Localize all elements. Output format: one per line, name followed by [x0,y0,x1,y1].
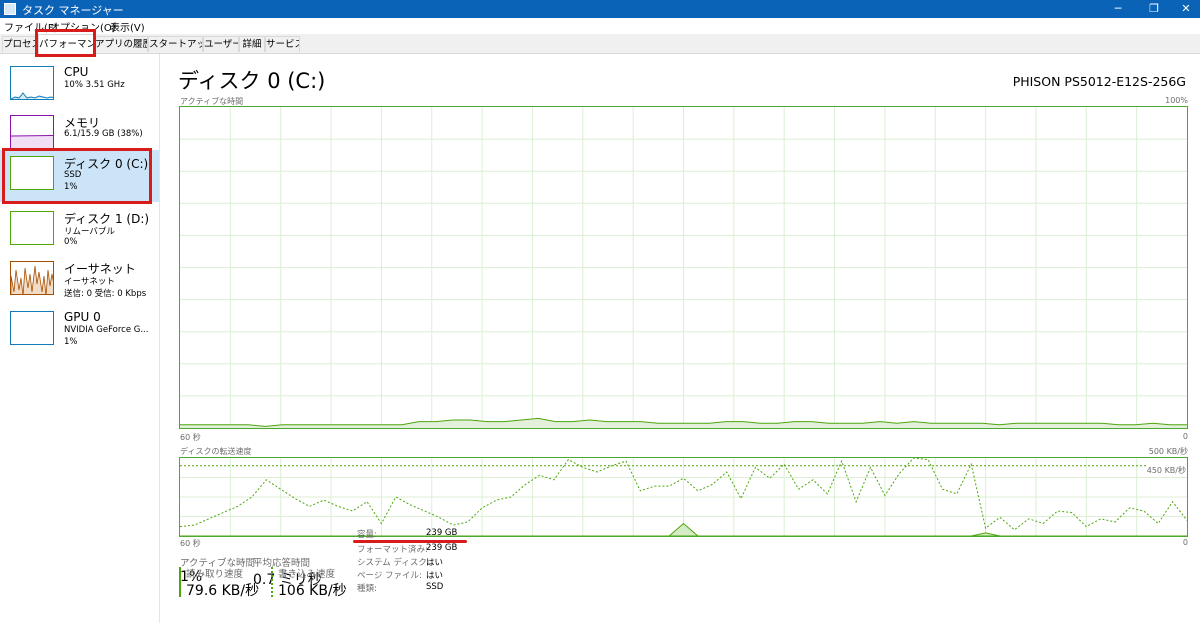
sidebar-item-detail: イーサネット [64,277,115,287]
sidebar-item-detail: NVIDIA GeForce G... [64,325,149,335]
info-page-file-label: ページ ファイル: [357,571,422,581]
transfer-rate-max-label: 500 KB/秒 [1148,447,1188,456]
stat-read-speed-value: 79.6 KB/秒 [186,583,260,599]
window-title: タスク マネージャー [22,4,124,17]
gpu-thumbnail-graph [10,311,54,345]
tab-app-history[interactable]: アプリの履歴 [94,36,148,52]
info-capacity-value: 239 GB [426,528,458,538]
title-bar: タスク マネージャー ─ ❐ ✕ [0,0,1200,18]
stat-read-speed-label: 読み取り速度 [186,569,244,580]
sidebar-item-cpu[interactable]: CPU 10% 3.51 GHz [0,62,159,110]
transfer-rate-zero-label: 0 [1182,538,1188,547]
sidebar-item-detail: 6.1/15.9 GB (38%) [64,129,143,139]
active-time-chart [180,107,1187,428]
sidebar-item-ethernet[interactable]: イーサネット イーサネット 送信: 0 受信: 0 Kbps [0,257,159,305]
grid-lines [180,107,1187,428]
transfer-rate-ref-label: 450 KB/秒 [1146,465,1186,476]
sidebar-item-label: CPU [64,65,89,79]
info-system-disk-value: はい [426,558,444,568]
read-speed-marker [179,567,181,597]
tab-bar: プロセス パフォーマンス アプリの履歴 スタートアップ ユーザー 詳細 サービス [0,34,1200,54]
transfer-rate-duration-label: 60 秒 [180,539,201,548]
tab-processes[interactable]: プロセス [2,36,38,52]
transfer-rate-graph [179,457,1188,537]
info-system-disk-label: システム ディスク: [357,558,430,568]
write-speed-marker [271,567,273,597]
highlight-box-disk-0 [2,148,152,204]
cpu-thumbnail-graph [10,66,54,100]
menu-view[interactable]: 表示(V) [110,19,145,34]
page-title: ディスク 0 (C:) [178,69,326,93]
tab-users[interactable]: ユーザー [203,36,239,52]
active-time-graph [179,106,1188,429]
sidebar-item-disk-1[interactable]: ディスク 1 (D:) リムーバブル 0% [0,207,159,255]
active-time-duration-label: 60 秒 [180,433,201,442]
info-type-value: SSD [426,582,444,592]
sidebar: CPU 10% 3.51 GHz メモリ 6.1/15.9 GB (38%) デ… [0,54,160,623]
transfer-rate-label: ディスクの転送速度 [180,447,252,456]
minimize-button[interactable]: ─ [1104,1,1132,17]
tab-startup[interactable]: スタートアップ [148,36,203,52]
stat-write-speed-label: 書き込み速度 [278,569,336,580]
sidebar-item-detail: 10% 3.51 GHz [64,80,125,90]
info-page-file-value: はい [426,571,444,581]
task-manager-icon [4,3,16,15]
device-model: PHISON PS5012-E12S-256G [1012,74,1186,89]
close-button[interactable]: ✕ [1172,1,1200,17]
sidebar-item-usage: 送信: 0 受信: 0 Kbps [64,289,147,299]
active-time-max-label: 100% [1165,96,1188,105]
highlight-box-performance-tab [35,29,96,57]
stat-write-speed-value: 106 KB/秒 [278,583,347,599]
sidebar-item-label: GPU 0 [64,310,101,324]
active-time-zero-label: 0 [1182,432,1188,441]
maximize-button[interactable]: ❐ [1140,1,1168,17]
sidebar-item-gpu-0[interactable]: GPU 0 NVIDIA GeForce G... 1% [0,307,159,355]
disk-1-thumbnail-graph [10,211,54,245]
tab-details[interactable]: 詳細 [239,36,265,52]
memory-thumbnail-graph [10,115,54,149]
sidebar-item-usage: 0% [64,237,78,247]
info-capacity-label: 容量: [357,530,377,540]
menu-bar: ファイル(F) オプション(O) 表示(V) [0,18,1200,34]
info-formatted-value: 239 GB [426,543,458,553]
info-type-label: 種類: [357,584,377,594]
ethernet-thumbnail-graph [10,261,54,295]
sidebar-item-detail: リムーバブル [64,227,115,237]
info-formatted-label: フォーマット済み: [357,545,428,555]
tab-services[interactable]: サービス [265,36,300,52]
transfer-rate-chart [179,457,1188,537]
sidebar-item-usage: 1% [64,337,78,347]
